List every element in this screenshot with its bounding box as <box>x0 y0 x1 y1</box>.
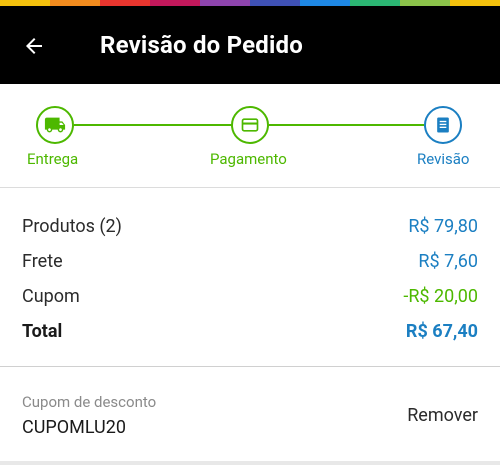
total-value: R$ 67,40 <box>405 320 478 342</box>
step-revisao[interactable] <box>424 106 462 144</box>
page-title: Revisão do Pedido <box>100 31 303 59</box>
step-label-revisao: Revisão <box>417 150 470 168</box>
credit-card-icon <box>241 118 259 132</box>
summary-label: Frete <box>22 250 63 272</box>
remove-coupon-button[interactable]: Remover <box>407 405 478 426</box>
summary-value-discount: -R$ 20,00 <box>403 285 478 307</box>
summary-label: Cupom <box>22 285 80 307</box>
step-connector <box>269 124 424 126</box>
app-bar: Revisão do Pedido <box>0 6 500 84</box>
summary-value: R$ 7,60 <box>418 250 478 272</box>
step-connector <box>74 124 233 126</box>
summary-row-produtos: Produtos (2) R$ 79,80 <box>22 208 478 244</box>
step-pagamento[interactable] <box>231 106 269 144</box>
step-label-entrega: Entrega <box>27 150 79 168</box>
order-summary: Produtos (2) R$ 79,80 Frete R$ 7,60 Cupo… <box>0 206 500 366</box>
back-button[interactable] <box>14 26 54 66</box>
section-gap <box>0 188 500 206</box>
document-list-icon <box>437 117 449 133</box>
checkout-stepper: Entrega Pagamento Revisão <box>0 84 500 188</box>
bottom-divider <box>0 461 500 465</box>
step-label-pagamento: Pagamento <box>210 150 287 168</box>
coupon-label: Cupom de desconto <box>22 393 157 411</box>
total-label: Total <box>22 320 63 342</box>
truck-icon <box>44 117 66 133</box>
step-entrega[interactable] <box>36 106 74 144</box>
coupon-section: Cupom de desconto CUPOMLU20 Remover <box>0 367 500 461</box>
coupon-code: CUPOMLU20 <box>22 417 126 438</box>
summary-row-cupom: Cupom -R$ 20,00 <box>22 278 478 314</box>
summary-row-total: Total R$ 67,40 <box>22 313 478 349</box>
summary-row-frete: Frete R$ 7,60 <box>22 243 478 279</box>
summary-value: R$ 79,80 <box>408 215 478 237</box>
arrow-left-icon <box>26 38 42 54</box>
summary-label: Produtos (2) <box>22 215 122 237</box>
